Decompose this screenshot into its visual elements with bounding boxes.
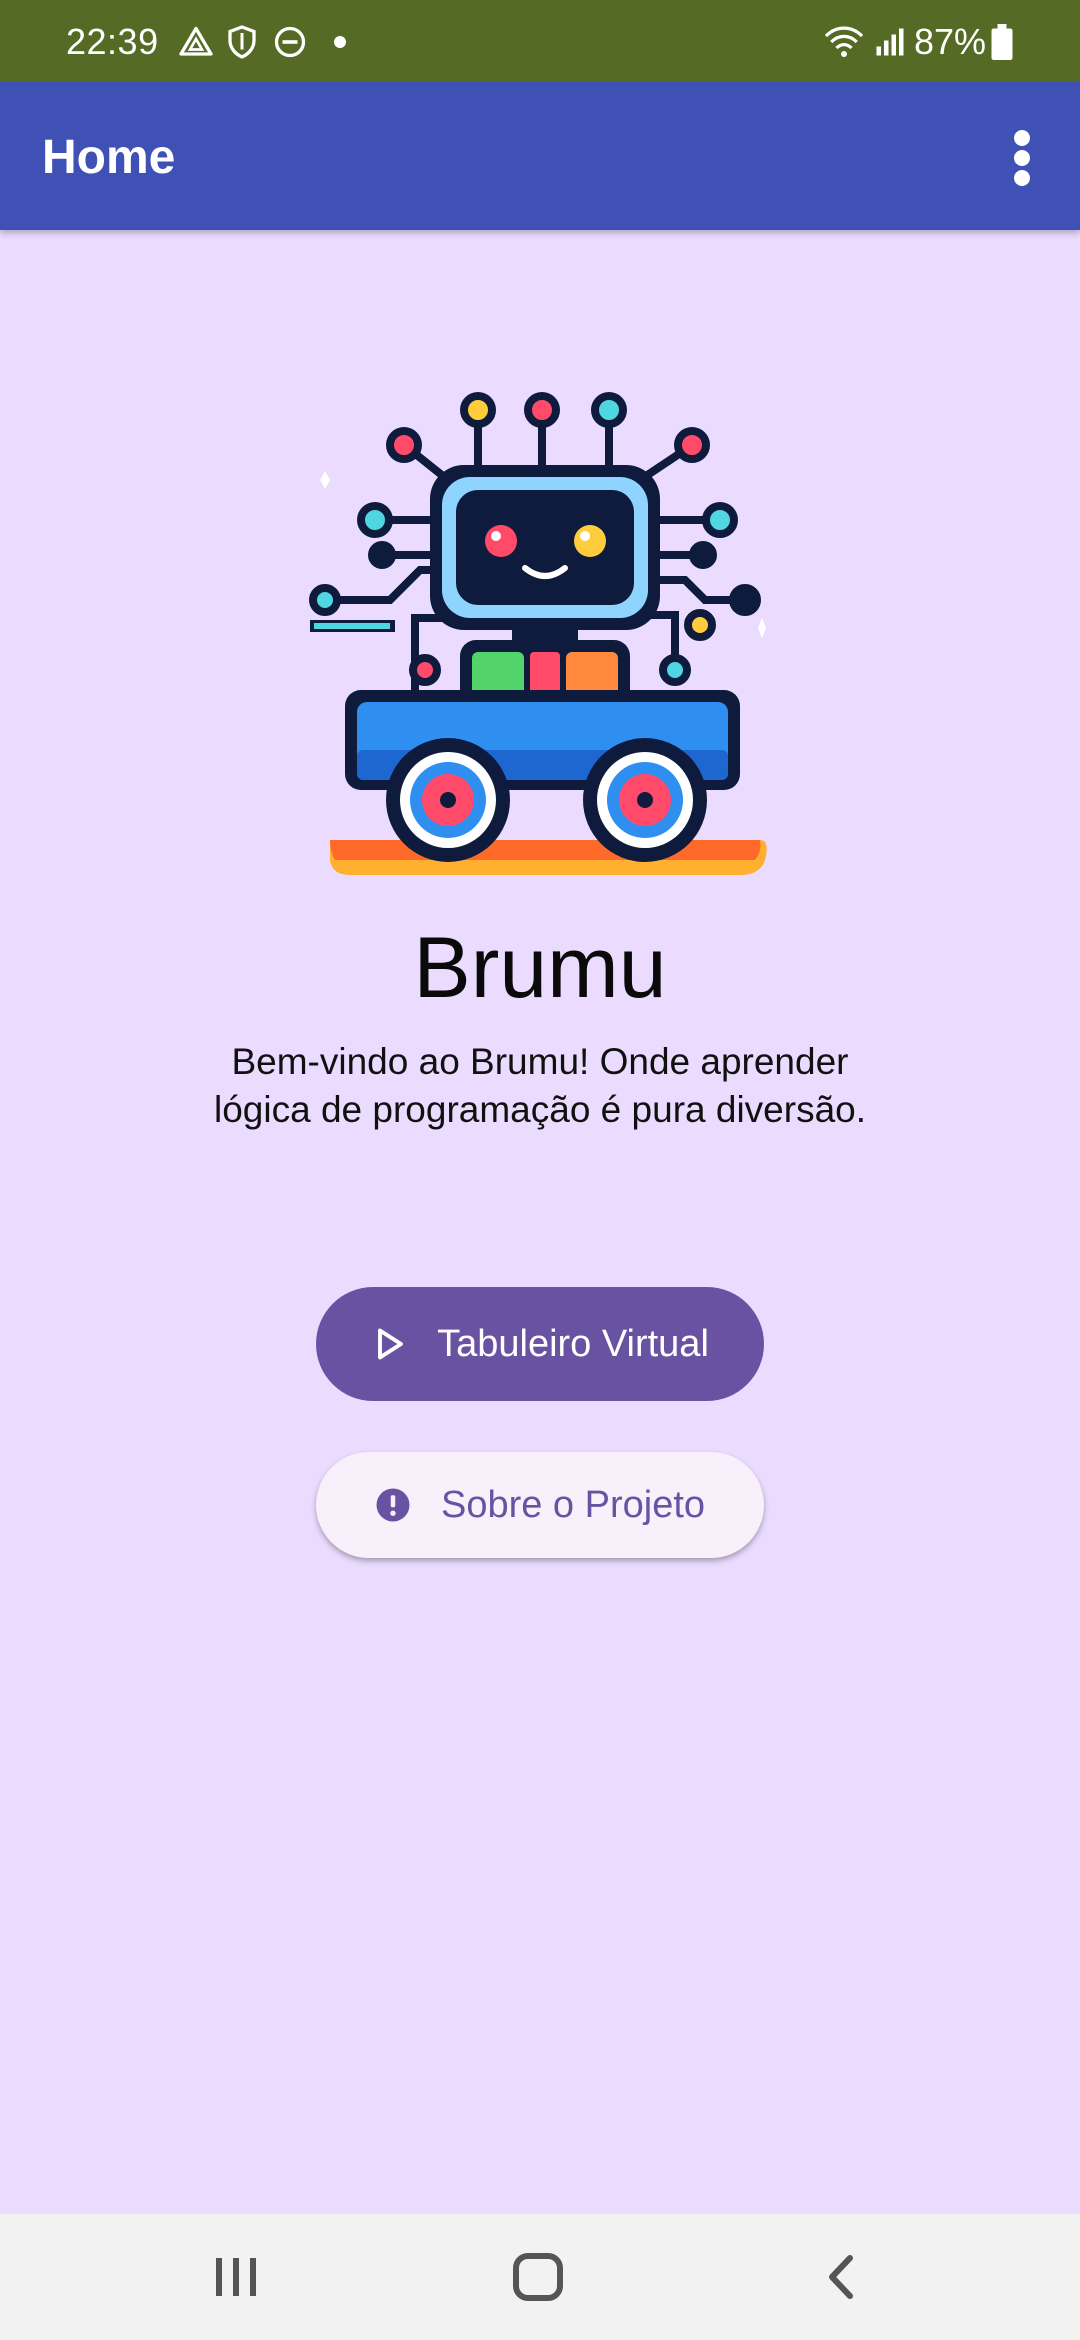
page-title: Home bbox=[42, 131, 176, 184]
about-project-button[interactable]: Sobre o Projeto bbox=[316, 1452, 764, 1558]
about-project-label: Sobre o Projeto bbox=[440, 1483, 706, 1526]
dot-icon bbox=[334, 36, 346, 48]
status-time: 22:39 bbox=[66, 21, 159, 62]
dnd-icon bbox=[274, 26, 306, 58]
info-icon bbox=[376, 1488, 410, 1522]
signal-icon bbox=[876, 28, 904, 56]
welcome-line-2: lógica de programação é pura diversão. bbox=[214, 1089, 866, 1130]
virtual-board-label: Tabuleiro Virtual bbox=[437, 1322, 709, 1365]
welcome-line-1: Bem-vindo ao Brumu! Onde aprender bbox=[231, 1041, 849, 1082]
battery-icon bbox=[991, 24, 1013, 60]
recent-apps-icon[interactable] bbox=[206, 2252, 266, 2302]
status-bar: 22:39 87% bbox=[0, 0, 1080, 82]
more-vert-icon[interactable] bbox=[1000, 128, 1044, 188]
play-icon bbox=[378, 1328, 404, 1360]
shield-icon bbox=[228, 25, 256, 59]
welcome-text: Bem-vindo ao Brumu! Onde aprender lógica… bbox=[140, 1038, 940, 1134]
wifi-icon bbox=[824, 26, 864, 57]
back-icon[interactable] bbox=[812, 2252, 872, 2302]
app-bar: Home bbox=[0, 82, 1080, 230]
robot-car-logo bbox=[309, 392, 767, 875]
system-nav-bar bbox=[0, 2214, 1080, 2340]
drive-icon bbox=[179, 26, 213, 56]
virtual-board-button[interactable]: Tabuleiro Virtual bbox=[316, 1287, 764, 1401]
battery-percentage: 87% bbox=[914, 21, 987, 62]
home-icon[interactable] bbox=[508, 2252, 568, 2302]
app-name: Brumu bbox=[413, 920, 667, 1016]
